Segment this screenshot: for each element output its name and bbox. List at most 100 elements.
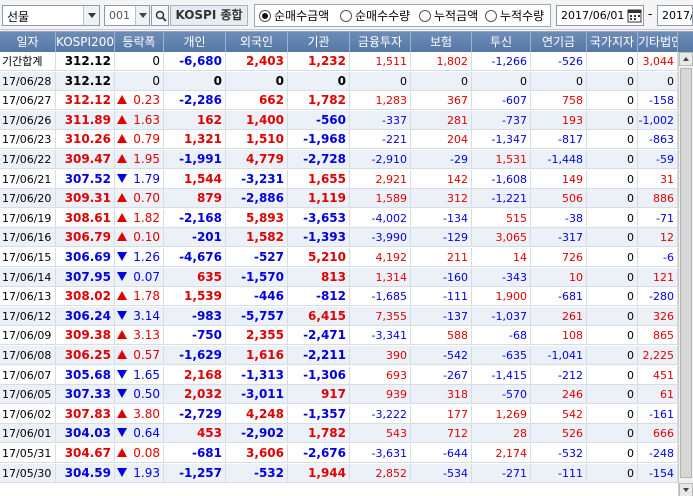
foreign-cell: 662 [226, 91, 288, 111]
individual-cell: -1,257 [164, 463, 226, 483]
kospi200-cell: 305.68 [56, 365, 115, 385]
institution-cell: -2,471 [288, 326, 350, 346]
table-row[interactable]: 17/06/08 306.25 0.57 -1,629 1,616 -2,211 390 -5… [0, 346, 693, 365]
change-cell: 1.78 [115, 287, 164, 307]
down-arrow-icon [117, 271, 127, 281]
down-arrow-icon [117, 310, 127, 320]
financial-invest-cell: -3,222 [350, 404, 411, 424]
date-cell: 17/06/08 [0, 346, 56, 365]
table-row[interactable]: 17/06/12 306.24 3.14 -983 -5,757 6,415 7,355 -1… [0, 306, 693, 326]
header-change-column[interactable]: 등락폭 [115, 32, 164, 52]
date-to-input[interactable]: 2017/ [657, 5, 693, 26]
financial-invest-cell: 2,921 [350, 169, 411, 189]
trust-cell: -737 [472, 110, 531, 130]
table-row[interactable]: 기간합계 312.12 0 -6,680 2,403 1,232 1,511 1,802 -1,… [0, 52, 693, 71]
date-cell: 17/06/01 [0, 424, 56, 444]
header-individual-column[interactable]: 개인 [164, 32, 226, 52]
change-value: 0.79 [133, 132, 160, 147]
market-select[interactable]: 선물 [2, 5, 100, 26]
kospi200-cell: 306.79 [56, 228, 115, 248]
financial-invest-cell: 0 [350, 71, 411, 91]
other-corp-cell: -863 [638, 130, 678, 150]
insurance-cell: -267 [411, 365, 472, 385]
table-row[interactable]: 17/06/09 309.38 3.13 -750 2,355 -2,471 -3,341 5… [0, 326, 693, 346]
pension-cell: -38 [531, 208, 587, 228]
table-row[interactable]: 17/05/30 304.59 1.93 -1,257 -532 1,944 2,852 -5… [0, 463, 693, 483]
calendar-icon[interactable] [627, 8, 642, 23]
table-row[interactable]: 17/06/13 308.02 1.78 1,539 -446 -812 -1,685 -11… [0, 287, 693, 307]
foreign-cell: 4,248 [226, 404, 288, 424]
header-kospi200-column[interactable]: KOSPI200 [56, 32, 115, 52]
chevron-down-icon[interactable] [135, 6, 149, 25]
scroll-down-button[interactable] [679, 483, 693, 496]
financial-invest-cell: 939 [350, 385, 411, 405]
table-row[interactable]: 17/06/01 304.03 0.64 453 -2,902 1,782 543 712 28… [0, 424, 693, 444]
table-row[interactable]: 17/06/23 310.26 0.79 1,321 1,510 -1,968 -221 20… [0, 130, 693, 150]
table-row[interactable]: 17/06/26 311.89 1.63 162 1,400 -560 -337 281 -73… [0, 110, 693, 130]
table-row[interactable]: 17/06/05 307.33 0.50 2,032 -3,011 917 939 318 -5… [0, 385, 693, 405]
individual-cell: -2,286 [164, 91, 226, 111]
government-cell: 0 [587, 189, 638, 209]
header-pension-column[interactable]: 연기금 [531, 32, 587, 52]
table-row[interactable]: 17/06/02 307.83 3.80 -2,729 4,248 -1,357 -3,22… [0, 404, 693, 424]
date-cell: 17/06/22 [0, 150, 56, 169]
pension-cell: 758 [531, 91, 587, 111]
table-row[interactable]: 17/06/20 309.31 0.70 879 -2,886 1,119 1,589 312… [0, 189, 693, 209]
table-row[interactable]: 17/06/27 312.12 0.23 -2,286 662 1,782 1,283 367… [0, 91, 693, 111]
radio-icon [340, 10, 352, 22]
government-cell: 0 [587, 385, 638, 405]
table-row[interactable]: 17/06/28 312.12 0 0 0 0 0 0 0 0 0 0 [0, 71, 693, 91]
header-foreign-column[interactable]: 외국인 [226, 32, 288, 52]
financial-invest-cell: 2,852 [350, 463, 411, 483]
header-financial-invest-column[interactable]: 금융투자 [350, 32, 411, 52]
table-row[interactable]: 17/06/16 306.79 0.10 -201 1,582 -1,393 -3,990-… [0, 228, 693, 248]
financial-invest-cell: -3,341 [350, 326, 411, 346]
kospi200-cell: 312.12 [56, 91, 115, 111]
header-insurance-column[interactable]: 보험 [411, 32, 472, 52]
up-arrow-icon [117, 193, 127, 203]
header-date-column[interactable]: 일자 [0, 32, 56, 52]
header-trust-column[interactable]: 투신 [472, 32, 531, 52]
date-cell: 17/06/13 [0, 287, 56, 307]
date-from-input[interactable]: 2017/06/01 [556, 5, 644, 26]
table-row[interactable]: 17/06/19 308.61 1.82 -2,168 5,893 -3,653 -4,00… [0, 208, 693, 228]
other-corp-cell: 3,044 [638, 52, 678, 71]
header-other-corp-column[interactable]: 기타법인 [638, 32, 678, 52]
chevron-down-icon[interactable] [83, 6, 99, 25]
change-cell: 0 [115, 71, 164, 91]
financial-invest-cell: 543 [350, 424, 411, 444]
code-input[interactable]: 001 [104, 5, 150, 26]
trust-cell: 0 [472, 71, 531, 91]
search-button[interactable] [151, 5, 169, 26]
radio-icon [419, 10, 431, 22]
index-name: KOSPI 종합 [170, 5, 248, 26]
change-cell: 1.82 [115, 208, 164, 228]
foreign-cell: 1,400 [226, 110, 288, 130]
date-cell: 17/06/20 [0, 189, 56, 209]
change-value: 0.64 [133, 426, 160, 441]
institution-cell: 0 [288, 71, 350, 91]
institution-cell: 1,655 [288, 169, 350, 189]
vertical-scrollbar[interactable] [678, 52, 693, 496]
table-row[interactable]: 17/06/14 307.95 0.07 635 -1,570 813 1,314 -160-… [0, 267, 693, 287]
kospi200-cell: 308.02 [56, 287, 115, 307]
change-cell: 1.26 [115, 248, 164, 267]
institution-cell: 1,782 [288, 424, 350, 444]
header-government-column[interactable]: 국가지자 [587, 32, 638, 52]
table-row[interactable]: 17/06/22 309.47 1.95 -1,991 4,779 -2,728 -2,91… [0, 150, 693, 169]
date-cell: 17/06/05 [0, 385, 56, 405]
change-cell: 0.23 [115, 91, 164, 111]
date-cell: 17/06/07 [0, 365, 56, 385]
table-row[interactable]: 17/06/07 305.68 1.65 2,168 -1,313 -1,306 693 -2… [0, 365, 693, 385]
government-cell: 0 [587, 91, 638, 111]
header-institution-column[interactable]: 기관 [288, 32, 350, 52]
down-arrow-icon [117, 467, 127, 477]
pension-cell: -526 [531, 52, 587, 71]
table-row[interactable]: 17/05/31 304.67 0.08 -681 3,606 -2,676 -3,631-… [0, 444, 693, 463]
scroll-thumb[interactable] [680, 68, 692, 478]
institution-cell: -2,211 [288, 346, 350, 365]
table-row[interactable]: 17/06/15 306.69 1.26 -4,676 -527 5,210 4,192 21… [0, 248, 693, 267]
date-cell: 기간합계 [0, 52, 56, 71]
scroll-up-button[interactable] [679, 52, 693, 66]
table-row[interactable]: 17/06/21 307.52 1.79 1,544 -3,231 1,655 2,921 1… [0, 169, 693, 189]
